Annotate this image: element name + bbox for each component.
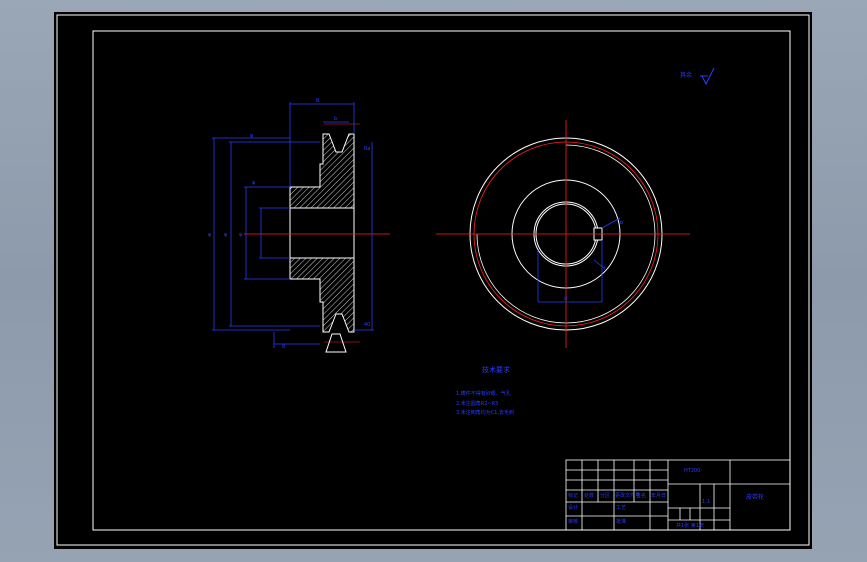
tb-role-1: 审核	[568, 519, 579, 525]
tb-row-4: 签名	[636, 493, 647, 499]
notes-title: 技术要求	[482, 366, 510, 374]
note-line-2: 2.未注圆角R2~R3	[456, 401, 499, 407]
pulley-upper-section	[289, 133, 355, 209]
tb-row-5: 年月日	[651, 493, 667, 499]
title-part-name: 皮带轮	[746, 494, 765, 501]
note-line-1: 1.铸件不得有砂眼、气孔	[456, 391, 511, 397]
svg-text:b: b	[334, 116, 337, 122]
svg-text:40: 40	[364, 322, 370, 328]
svg-text:t: t	[604, 266, 606, 272]
tb-row-1: 处数	[584, 493, 595, 499]
note-line-3: 3.未注倒角均为C1,去毛刺	[456, 410, 515, 416]
bore	[289, 207, 355, 259]
tb-role-3: 批准	[616, 519, 627, 525]
tb-role-0: 设计	[568, 505, 579, 511]
svg-text:Ra: Ra	[364, 146, 370, 152]
roughness-note: 其余	[680, 72, 693, 79]
tb-role-2: 工艺	[616, 505, 627, 511]
section-view: φ φ φ φ φ B b 8 40 Ra	[208, 98, 390, 353]
tb-row-0: 标记	[568, 493, 579, 499]
svg-text:d: d	[564, 296, 567, 302]
svg-text:φ: φ	[224, 232, 228, 238]
cad-viewport[interactable]: φ φ φ φ φ B b 8 40 Ra b d t 其余 技术要求 1.铸件…	[54, 12, 812, 549]
sheet-border	[56, 14, 810, 546]
svg-text:b: b	[620, 220, 623, 226]
pulley-lower-section	[289, 257, 355, 333]
drawing-frame	[92, 30, 791, 531]
svg-text:φ: φ	[239, 232, 243, 238]
svg-text:B: B	[316, 98, 320, 104]
tb-row-2: 分区	[600, 493, 611, 499]
svg-text:φ: φ	[208, 232, 212, 238]
title-material: HT200	[684, 468, 701, 474]
title-scale: 1:1	[702, 499, 711, 505]
svg-text:φ: φ	[252, 180, 256, 186]
roughness-symbol	[700, 67, 715, 86]
title-sheet: 共1张 第1张	[676, 523, 704, 529]
front-view: b d t	[436, 120, 690, 348]
svg-text:8: 8	[282, 344, 285, 350]
groove-profile	[325, 333, 347, 353]
